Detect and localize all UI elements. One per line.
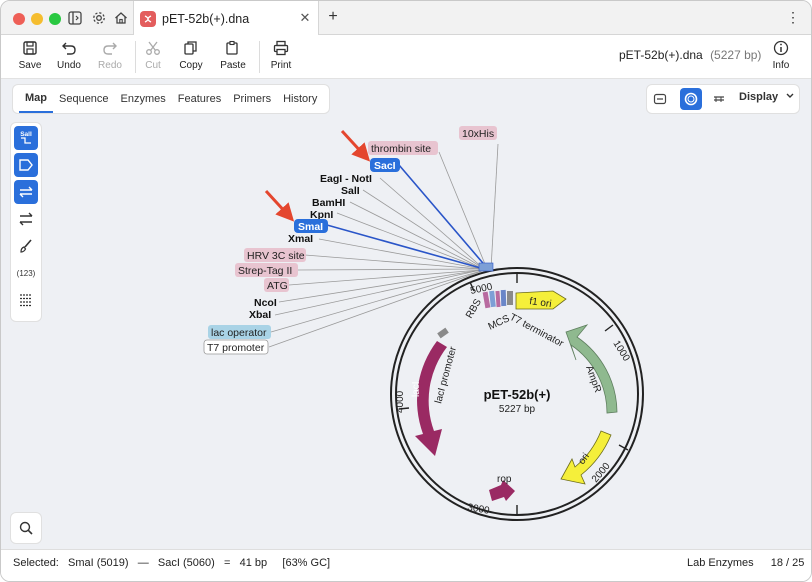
gear-icon[interactable]	[89, 8, 109, 28]
eagi-noti-label[interactable]: EagI - NotI	[320, 173, 372, 185]
selection-equals: =	[223, 557, 231, 569]
lac-operator-label[interactable]: lac operator	[211, 327, 267, 339]
t7-promoter-label[interactable]: T7 promoter	[207, 342, 265, 354]
t7-terminator-label: T7 terminator	[508, 312, 566, 350]
smai-label[interactable]: SmaI	[298, 221, 323, 233]
strep-tag-label[interactable]: Strep-Tag II	[238, 265, 292, 277]
tick-label-4000: 4000	[395, 390, 406, 413]
copy-button[interactable]: Copy	[168, 39, 214, 75]
plasmid-length: 5227 bp	[499, 404, 536, 415]
info-button[interactable]: Info	[758, 39, 804, 75]
mcs-feature-block	[482, 289, 513, 309]
redo-button[interactable]: Redo	[87, 39, 133, 75]
title-bar: pET-52b(+).dna ✕ + ⋮	[1, 1, 811, 36]
sali-label[interactable]: SalI	[341, 185, 360, 197]
toolbar: Save Undo Redo Cut Copy Paste Print pET-…	[1, 35, 811, 79]
close-window-button[interactable]	[13, 13, 25, 25]
save-label: Save	[18, 60, 42, 71]
tab-title: pET-52b(+).dna	[162, 11, 250, 26]
minimize-window-button[interactable]	[31, 13, 43, 25]
rop-label: rop	[497, 474, 512, 485]
cut-label: Cut	[145, 60, 161, 71]
app-window: pET-52b(+).dna ✕ + ⋮ Save Undo Redo Cut …	[0, 0, 812, 582]
redo-icon	[103, 42, 117, 55]
bamhi-label[interactable]: BamHI	[312, 197, 345, 209]
selection-status: Selected: SmaI (5019) — SacI (5060) = 41…	[13, 557, 330, 569]
hrv-site-label[interactable]: HRV 3C site	[247, 250, 305, 262]
enzyme-count: 18 / 25	[770, 557, 805, 569]
tab-document[interactable]: pET-52b(+).dna ✕	[133, 1, 319, 36]
redo-label: Redo	[98, 60, 122, 71]
clipboard-icon	[226, 40, 238, 55]
paste-button[interactable]: Paste	[210, 39, 256, 75]
xbai-label[interactable]: XbaI	[249, 309, 271, 321]
enzyme-set-button[interactable]: Lab Enzymes	[687, 557, 754, 569]
map-workspace: Map Sequence Enzymes Features Primers Hi…	[1, 79, 811, 549]
selection-length: 41 bp	[239, 557, 268, 569]
copy-icon	[184, 41, 197, 55]
undo-button[interactable]: Undo	[46, 39, 92, 75]
selected-label: Selected:	[13, 557, 59, 569]
tick-label-3000: 3000	[466, 502, 490, 517]
rbs-label: RBS	[464, 297, 484, 321]
copy-label: Copy	[179, 60, 203, 71]
selection-dash: —	[137, 557, 149, 569]
status-bar: Selected: SmaI (5019) — SacI (5060) = 41…	[1, 549, 811, 581]
document-title: pET-52b(+).dna (5227 bp)	[619, 48, 761, 62]
more-menu-icon[interactable]: ⋮	[786, 9, 800, 26]
tab-close-icon[interactable]: ✕	[298, 10, 312, 26]
annotation-arrow-smai	[264, 189, 295, 222]
selection-start: SmaI (5019)	[68, 557, 129, 569]
print-button[interactable]: Print	[258, 39, 304, 75]
plasmid-name: pET-52b(+)	[484, 387, 551, 402]
document-length: (5227 bp)	[710, 48, 762, 62]
scissors-icon	[146, 41, 160, 55]
label-leader-lines	[268, 143, 499, 348]
laci-promoter-feature	[437, 327, 449, 339]
print-label: Print	[270, 60, 292, 71]
info-label: Info	[772, 60, 790, 71]
sidebar-toggle-icon[interactable]	[65, 8, 85, 28]
selected-region-marker	[478, 262, 494, 272]
xmai-label[interactable]: XmaI	[288, 233, 313, 245]
mcs-label: MCS	[487, 313, 512, 333]
saci-label[interactable]: SacI	[374, 160, 396, 172]
selection-end: SacI (5060)	[157, 557, 215, 569]
save-icon	[23, 41, 37, 55]
undo-icon	[62, 42, 76, 55]
info-icon	[773, 40, 789, 56]
selection-gc: [63% GC]	[282, 557, 331, 569]
annotation-arrow-saci	[340, 129, 371, 162]
ncoi-label[interactable]: NcoI	[254, 297, 277, 309]
paste-label: Paste	[220, 60, 246, 71]
home-icon[interactable]	[111, 8, 131, 28]
laci-label: lacI	[411, 381, 422, 397]
tick-label-1000: 1000	[610, 339, 631, 364]
plasmid-map: 5000 1000 2000 3000 4000 pET-52b(+) 5227…	[203, 126, 644, 521]
zoom-window-button[interactable]	[49, 13, 61, 25]
atg-label[interactable]: ATG	[267, 280, 288, 292]
new-tab-button[interactable]: +	[325, 8, 341, 28]
printer-icon	[273, 40, 289, 56]
undo-label: Undo	[57, 60, 81, 71]
document-name: pET-52b(+).dna	[619, 48, 703, 62]
his-tag-label[interactable]: 10xHis	[462, 128, 494, 140]
app-logo-icon	[140, 10, 156, 27]
enzyme-status: Lab Enzymes 18 / 25	[687, 557, 804, 569]
thrombin-site-label[interactable]: thrombin site	[371, 143, 431, 155]
